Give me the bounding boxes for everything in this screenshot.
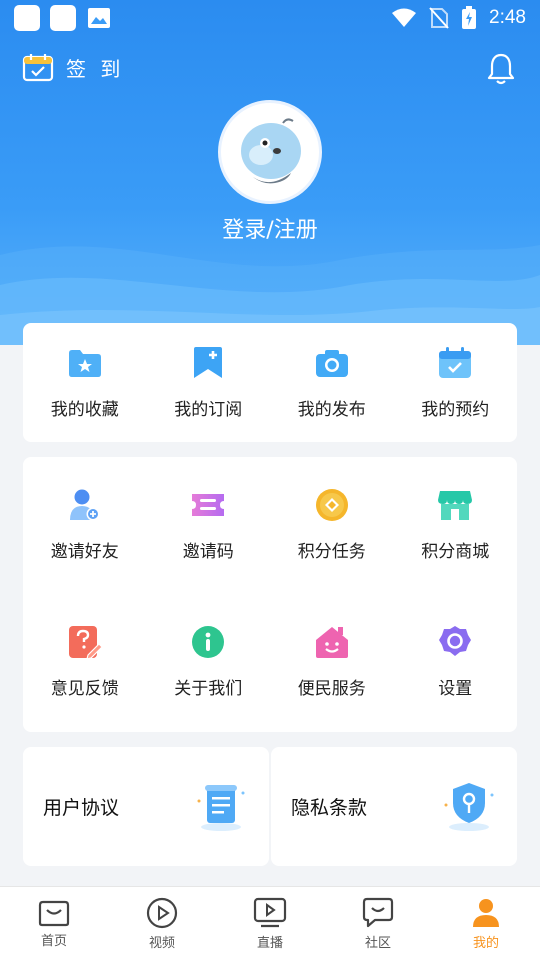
bell-icon <box>487 53 515 85</box>
add-user-icon <box>69 489 100 521</box>
star-folder-icon <box>68 350 101 377</box>
tab-home-label: 首页 <box>40 934 67 949</box>
status-bar: 2:48 <box>0 0 540 36</box>
tab-community-label: 社区 <box>364 936 391 951</box>
bottom-tab-bar: 首页 视频 直播 社区 我的 <box>0 886 540 960</box>
my-reservations-label: 我的预约 <box>421 400 490 420</box>
notification-icon <box>50 5 76 31</box>
subscribe-bookmark-icon <box>194 347 223 378</box>
status-time: 2:48 <box>489 7 526 28</box>
calendar-checkin-icon <box>22 54 54 82</box>
tab-home[interactable]: 首页 <box>0 887 108 960</box>
my-subscriptions-button[interactable]: 我的订阅 <box>147 323 271 420</box>
signin-label: 签 到 <box>66 56 125 81</box>
tab-live-label: 直播 <box>256 936 283 951</box>
invite-friends-button[interactable]: 邀请好友 <box>23 457 147 594</box>
public-services-label: 便民服务 <box>297 679 366 699</box>
tab-video-label: 视频 <box>148 936 175 951</box>
shield-key-icon <box>444 782 494 831</box>
about-us-label: 关于我们 <box>174 679 243 699</box>
store-icon <box>438 491 473 520</box>
privacy-policy-label: 隐私条款 <box>291 797 368 819</box>
shortcuts-card: 我的收藏 我的订阅 我的发布 我的预约 <box>23 323 517 442</box>
my-posts-label: 我的发布 <box>297 400 366 420</box>
info-icon <box>192 626 225 658</box>
my-favorites-button[interactable]: 我的收藏 <box>23 323 147 420</box>
tv-play-icon <box>253 897 287 928</box>
mascot-avatar-icon <box>241 118 301 184</box>
person-icon <box>473 899 499 927</box>
settings-label: 设置 <box>438 679 473 699</box>
camera-icon <box>315 350 348 377</box>
coin-icon <box>315 489 348 521</box>
wifi-icon <box>392 8 417 27</box>
feedback-button[interactable]: 意见反馈 <box>23 594 147 731</box>
public-services-button[interactable]: 便民服务 <box>270 594 394 731</box>
tab-live[interactable]: 直播 <box>216 887 324 960</box>
tab-mine-label: 我的 <box>472 936 499 951</box>
no-sim-icon <box>429 7 449 29</box>
points-mall-button[interactable]: 积分商城 <box>394 457 518 594</box>
notification-icon <box>14 5 40 31</box>
privacy-policy-button[interactable]: 隐私条款 <box>271 747 517 866</box>
services-card: 邀请好友 邀请码 积分任务 积分商城 意见反馈 关于我们 便民服务 设置 <box>23 457 517 732</box>
tab-community[interactable]: 社区 <box>324 887 432 960</box>
play-circle-icon <box>146 897 178 929</box>
battery-charging-icon <box>462 6 477 29</box>
settings-button[interactable]: 设置 <box>394 594 518 731</box>
about-us-button[interactable]: 关于我们 <box>147 594 271 731</box>
login-register-link[interactable]: 登录/注册 <box>0 212 540 244</box>
tab-mine[interactable]: 我的 <box>432 887 540 960</box>
invite-friends-label: 邀请好友 <box>50 542 119 562</box>
settings-icon <box>439 626 472 656</box>
calendar-check-icon <box>439 347 472 378</box>
feedback-icon <box>68 626 102 659</box>
document-icon <box>197 784 245 831</box>
agreements-row: 用户协议 隐私条款 <box>23 747 517 866</box>
tab-video[interactable]: 视频 <box>108 887 216 960</box>
my-reservations-button[interactable]: 我的预约 <box>394 323 518 420</box>
home-smile-icon <box>315 627 348 658</box>
avatar[interactable] <box>218 100 322 204</box>
my-subscriptions-label: 我的订阅 <box>174 400 243 420</box>
my-posts-button[interactable]: 我的发布 <box>270 323 394 420</box>
ticket-icon <box>192 494 225 516</box>
invite-code-label: 邀请码 <box>182 542 234 562</box>
my-favorites-label: 我的收藏 <box>50 400 119 420</box>
image-icon <box>88 8 110 28</box>
user-agreement-button[interactable]: 用户协议 <box>23 747 269 866</box>
user-agreement-label: 用户协议 <box>43 797 120 819</box>
chat-bubble-icon <box>362 897 394 928</box>
points-tasks-button[interactable]: 积分任务 <box>270 457 394 594</box>
signin-button[interactable]: 签 到 <box>22 52 124 82</box>
points-mall-label: 积分商城 <box>421 542 490 562</box>
feedback-label: 意见反馈 <box>50 679 119 699</box>
invite-code-button[interactable]: 邀请码 <box>147 457 271 594</box>
points-tasks-label: 积分任务 <box>297 542 366 562</box>
notification-button[interactable] <box>486 52 516 90</box>
home-bag-icon <box>38 900 70 927</box>
